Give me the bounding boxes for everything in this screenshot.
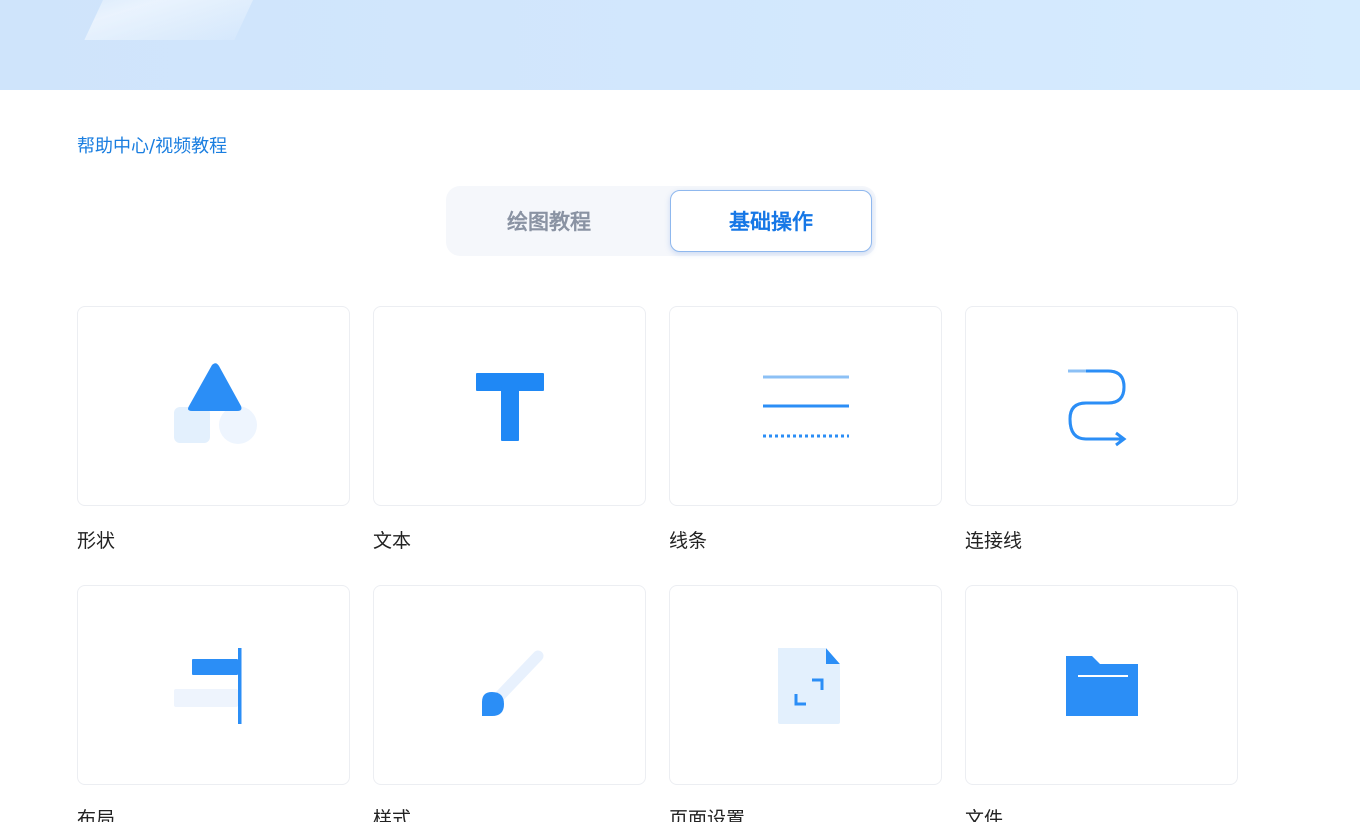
card-label-page-settings: 页面设置	[669, 808, 746, 822]
brush-icon	[482, 650, 544, 716]
folder-icon	[1066, 656, 1138, 716]
banner-decoration	[84, 0, 286, 40]
tab-basic-operations[interactable]: 基础操作	[670, 190, 872, 252]
tab-drawing-tutorial[interactable]: 绘图教程	[448, 190, 650, 252]
tab-switcher: 绘图教程 基础操作	[446, 186, 876, 256]
card-label-file: 文件	[965, 808, 1004, 822]
card-label-shapes: 形状	[77, 530, 116, 552]
card-connector[interactable]	[965, 306, 1238, 506]
align-layout-icon	[174, 648, 242, 724]
card-label-text: 文本	[373, 530, 412, 552]
card-label-style: 样式	[373, 808, 412, 822]
card-label-lines: 线条	[669, 530, 708, 552]
text-icon	[476, 373, 544, 441]
breadcrumb[interactable]: 帮助中心/视频教程	[77, 134, 227, 160]
card-lines[interactable]	[669, 306, 942, 506]
card-file[interactable]	[965, 585, 1238, 785]
card-label-connector: 连接线	[965, 530, 1023, 552]
card-text[interactable]	[373, 306, 646, 506]
shapes-icon	[174, 363, 257, 444]
card-layout[interactable]	[77, 585, 350, 785]
page-settings-icon	[778, 648, 840, 724]
card-page-settings[interactable]	[669, 585, 942, 785]
connector-icon	[1068, 369, 1127, 447]
header-banner	[0, 0, 1360, 90]
lines-icon	[763, 375, 849, 438]
card-shapes[interactable]	[77, 306, 350, 506]
card-label-layout: 布局	[77, 808, 116, 822]
card-style[interactable]	[373, 585, 646, 785]
help-center-page: 帮助中心/视频教程 绘图教程 基础操作 形状 文本 线条 连接线 布局 样式 页…	[0, 0, 1360, 822]
